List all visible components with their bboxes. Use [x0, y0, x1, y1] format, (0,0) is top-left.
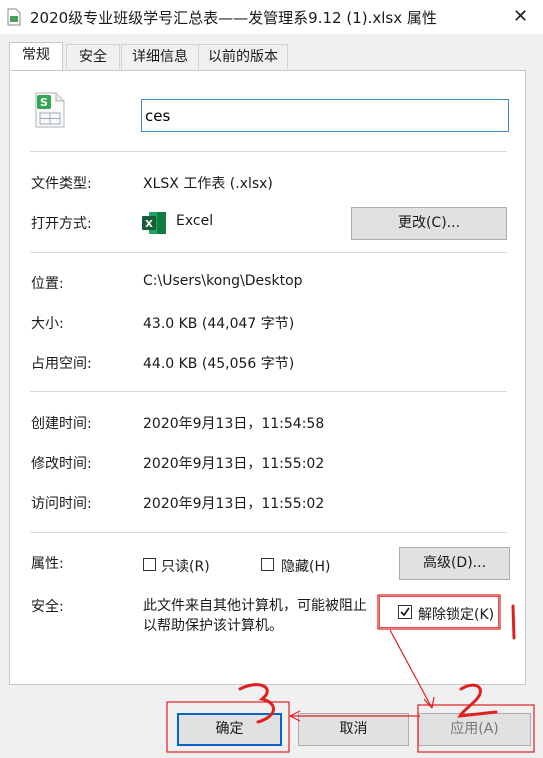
location-label: 位置: [31, 276, 64, 292]
general-panel [9, 70, 526, 685]
ok-button[interactable]: 确定 [177, 713, 282, 746]
spreadsheet-file-icon: S [35, 92, 65, 128]
size-value: 43.0 KB (44,047 字节) [143, 316, 295, 332]
disk-size-value: 44.0 KB (45,056 字节) [143, 356, 295, 372]
divider [30, 391, 507, 392]
file-icon [7, 8, 21, 26]
advanced-button[interactable]: 高级(D)... [399, 547, 510, 580]
tab-previous-versions[interactable]: 以前的版本 [198, 44, 288, 69]
security-message-line2: 以帮助保护该计算机。 [143, 618, 283, 634]
close-button[interactable]: ✕ [498, 0, 543, 34]
excel-icon: X [142, 212, 166, 234]
accessed-label: 访问时间: [31, 496, 92, 512]
created-value: 2020年9月13日，11:54:58 [143, 416, 325, 432]
divider [30, 532, 507, 533]
tab-details[interactable]: 详细信息 [121, 44, 199, 69]
disk-size-label: 占用空间: [31, 356, 92, 372]
readonly-checkbox[interactable] [143, 558, 156, 571]
file-type-label: 文件类型: [31, 176, 92, 192]
open-with-app: Excel [176, 213, 214, 229]
file-type-value: XLSX 工作表 (.xlsx) [143, 176, 273, 192]
checkmark-icon [400, 607, 410, 617]
created-label: 创建时间: [31, 416, 92, 432]
annotation-arrowhead [423, 696, 435, 709]
annotation-step2 [457, 683, 498, 718]
window-title: 2020级专业班级学号汇总表——发管理系9.12 (1).xlsx 属性 [30, 9, 437, 27]
tab-general[interactable]: 常规 [9, 42, 63, 71]
apply-button[interactable]: 应用(A) [418, 713, 531, 746]
hidden-checkbox[interactable] [261, 558, 274, 571]
location-value: C:\Users\kong\Desktop [143, 273, 303, 289]
accessed-value: 2020年9月13日，11:55:02 [143, 496, 325, 512]
modified-label: 修改时间: [31, 456, 92, 472]
size-label: 大小: [31, 316, 64, 332]
file-name-input[interactable] [141, 99, 509, 132]
hidden-label[interactable]: 隐藏(H) [281, 556, 330, 576]
readonly-label[interactable]: 只读(R) [161, 556, 210, 576]
unblock-checkbox[interactable] [398, 605, 412, 619]
attributes-label: 属性: [31, 556, 64, 572]
security-label: 安全: [31, 599, 64, 615]
svg-text:S: S [40, 96, 48, 109]
divider [30, 151, 507, 152]
security-message: 此文件来自其他计算机，可能被阻止 以帮助保护该计算机。 [143, 596, 393, 636]
change-button[interactable]: 更改(C)... [351, 207, 507, 240]
unblock-label[interactable]: 解除锁定(K) [418, 604, 494, 624]
tab-security[interactable]: 安全 [66, 44, 120, 69]
modified-value: 2020年9月13日，11:55:02 [143, 456, 325, 472]
open-with-label: 打开方式: [31, 216, 92, 232]
cancel-button[interactable]: 取消 [298, 713, 409, 746]
divider [30, 252, 507, 253]
security-message-line1: 此文件来自其他计算机，可能被阻止 [143, 598, 367, 614]
svg-text:X: X [145, 219, 153, 230]
